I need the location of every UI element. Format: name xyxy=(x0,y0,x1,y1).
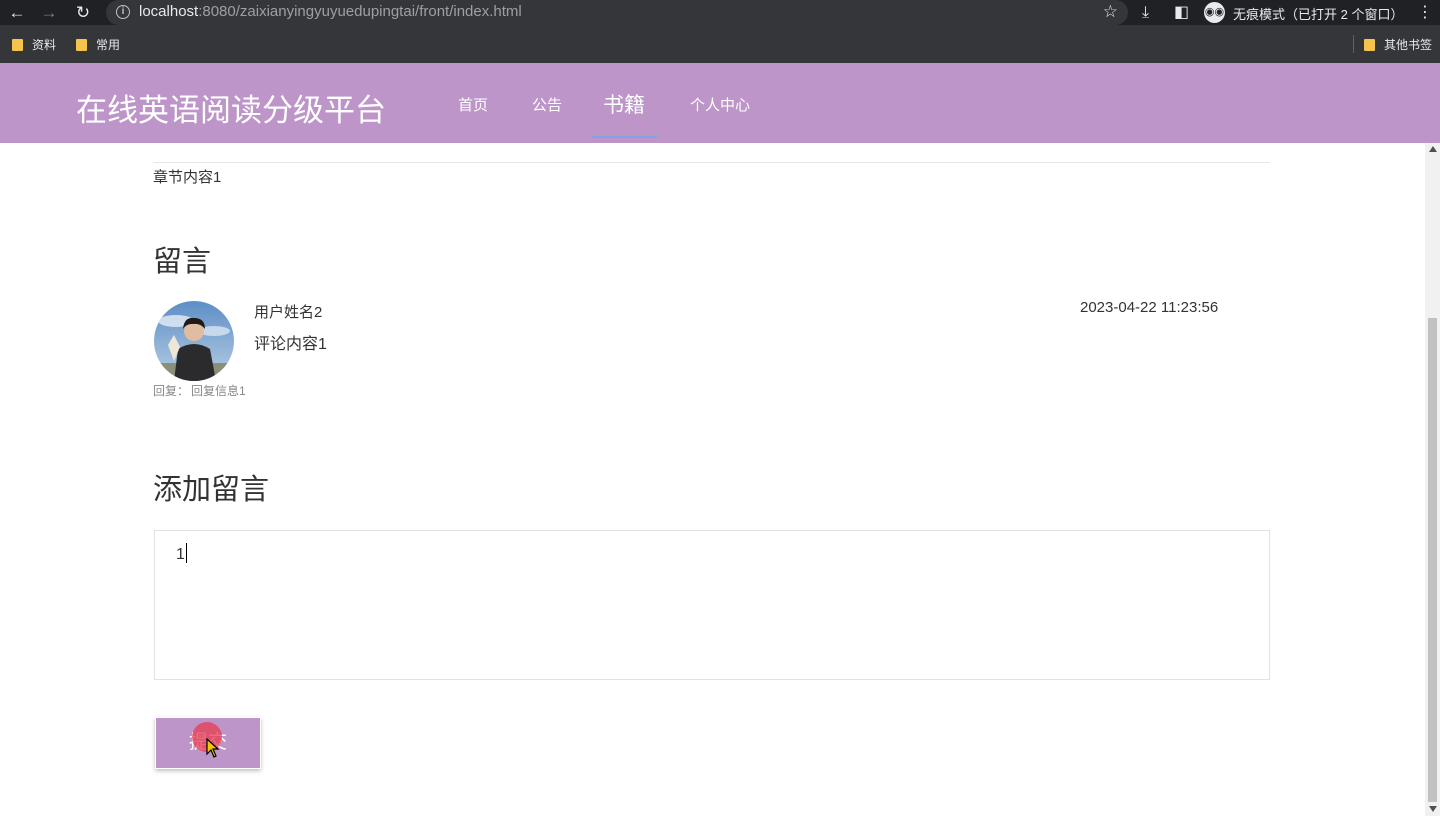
menu-dots-icon[interactable]: ⋮ xyxy=(1417,3,1433,23)
folder-icon xyxy=(12,39,23,51)
comment-text: 评论内容1 xyxy=(254,336,327,353)
scroll-up-icon[interactable] xyxy=(1429,146,1437,152)
bookmark-folder-ziliao[interactable]: 资料 xyxy=(12,36,56,53)
comment-timestamp: 2023-04-22 11:23:56 xyxy=(1080,299,1219,316)
nav-books[interactable]: 书籍 xyxy=(603,89,645,119)
browser-toolbar: ← → ↻ i localhost:8080/zaixianyingyuyued… xyxy=(0,0,1440,25)
comment-textarea[interactable]: 1 xyxy=(154,530,1270,680)
text-caret xyxy=(185,543,187,563)
scroll-down-icon[interactable] xyxy=(1429,806,1437,812)
side-panel-icon[interactable]: ◧ xyxy=(1174,3,1189,23)
site-title[interactable]: 在线英语阅读分级平台 xyxy=(76,85,386,130)
bookmark-star-icon[interactable]: ☆ xyxy=(1103,2,1118,22)
divider xyxy=(153,162,1270,163)
avatar xyxy=(154,301,234,381)
incognito-indicator[interactable]: ◉◉ 无痕模式（已打开 2 个窗口） xyxy=(1202,0,1404,25)
bookmarks-bar: 资料 常用 其他书签 xyxy=(0,25,1440,63)
scrollbar-thumb[interactable] xyxy=(1428,318,1437,802)
bookmarks-separator xyxy=(1353,35,1354,53)
other-bookmarks[interactable]: 其他书签 xyxy=(1364,36,1432,53)
mouse-cursor-icon xyxy=(206,738,220,758)
site-info-icon[interactable]: i xyxy=(116,5,130,19)
nav-notice[interactable]: 公告 xyxy=(532,94,562,115)
site-header: 在线英语阅读分级平台 首页 公告 书籍 个人中心 xyxy=(0,63,1440,143)
comment-username: 用户姓名2 xyxy=(254,304,323,321)
reload-icon[interactable]: ↻ xyxy=(73,3,93,23)
textarea-value: 1 xyxy=(176,543,187,564)
url-text[interactable]: localhost:8080/zaixianyingyuyuedupingtai… xyxy=(139,3,522,20)
back-icon[interactable]: ← xyxy=(7,3,27,23)
add-comment-heading: 添加留言 xyxy=(153,474,270,506)
nav-profile[interactable]: 个人中心 xyxy=(690,94,750,115)
download-icon[interactable]: ⤓ xyxy=(1142,3,1149,23)
folder-icon xyxy=(1364,39,1375,51)
bookmark-folder-changyong[interactable]: 常用 xyxy=(76,36,120,53)
incognito-icon: ◉◉ xyxy=(1204,2,1225,23)
comments-heading: 留言 xyxy=(153,246,212,278)
reply-label: 回复： xyxy=(153,384,190,398)
folder-icon xyxy=(76,39,87,51)
nav-home[interactable]: 首页 xyxy=(458,94,488,115)
forward-icon[interactable]: → xyxy=(39,3,59,23)
nav-active-indicator xyxy=(592,136,657,138)
reply-text: 回复信息1 xyxy=(191,384,246,398)
chapter-content: 章节内容1 xyxy=(153,169,222,186)
address-bar[interactable]: i localhost:8080/zaixianyingyuyuedupingt… xyxy=(106,0,1128,25)
incognito-label: 无痕模式（已打开 2 个窗口） xyxy=(1233,7,1404,22)
comment-reply: 回复： 回复信息1 xyxy=(153,382,246,399)
